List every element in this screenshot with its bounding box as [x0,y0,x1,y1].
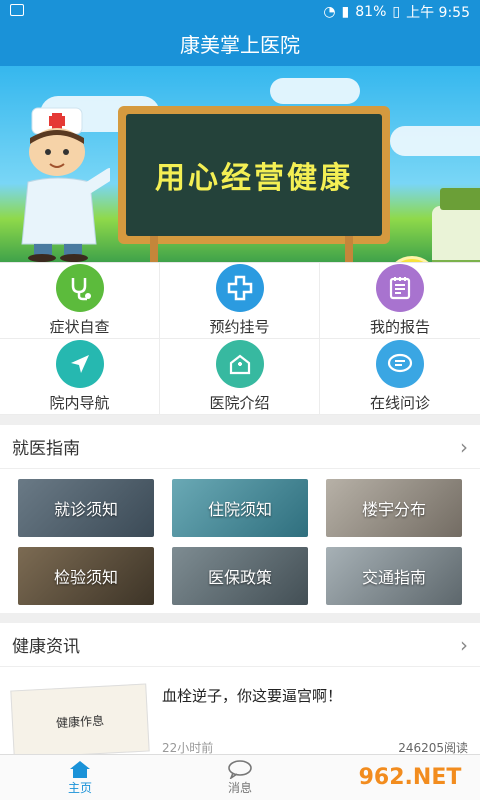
battery-icon: ▯ [392,4,401,20]
grid-item-navigation[interactable]: 院内导航 [0,339,160,415]
app-title: 康美掌上医院 [180,33,300,57]
tile-label: 检验须知 [53,568,118,587]
tile-label: 交通指南 [361,568,426,587]
bottle-cap [440,188,480,210]
report-icon [376,264,424,312]
news-title: 血栓逆子，你这要逼宫啊！ [162,687,343,705]
grid-label: 院内导航 [49,394,110,412]
tile-label: 楼宇分布 [361,500,426,519]
guide-tile-insurance-policy[interactable]: 医保政策 [172,547,308,605]
cloud [390,126,480,156]
banner[interactable]: 用心经营健康 药品 [0,66,480,262]
chat-bubble-icon [376,340,424,388]
message-icon [228,760,252,779]
app-title-bar: 康美掌上医院 [0,24,480,66]
hospital-icon [215,340,264,388]
thumb-text: 健康作息 [55,713,105,730]
chevron-right-icon: › [460,434,468,459]
tile-label: 住院须知 [207,500,272,519]
tab-label: 主页 [67,781,92,795]
watermark-logo: 962.NET [340,755,480,800]
medicine-bottle: 药品 [432,188,480,262]
signal-icon: ▮ [341,4,350,20]
status-bar: ◔ ▮ 81% ▯ 上午 9:55 [0,0,480,24]
grid-item-symptom-check[interactable]: 症状自查 [0,263,160,339]
navigation-icon [55,340,104,388]
board-leg [150,236,158,262]
guide-tile-lab-notice[interactable]: 检验须知 [18,547,154,605]
grid-label: 在线问诊 [369,394,430,412]
grid-label: 我的报告 [369,318,430,336]
chevron-right-icon: › [460,632,468,657]
wifi-icon: ◔ [323,4,336,20]
home-icon [70,761,90,778]
news-item[interactable]: 健康作息 血栓逆子，你这要逼宫啊！ 22小时前 246205阅读 [0,667,480,767]
watermark-text: 962.NET [358,765,462,790]
news-thumbnail: 健康作息 [10,683,150,759]
grid-item-online-consult[interactable]: 在线问诊 [320,339,480,415]
grid-item-appointment[interactable]: 预约挂号 [160,263,320,339]
feature-grid: 症状自查 预约挂号 我的报告 院内导航 医院介绍 在线问诊 [0,262,480,415]
board-leg [345,236,353,262]
guide-tile-traffic-guide[interactable]: 交通指南 [326,547,462,605]
section-divider [0,415,480,425]
medical-cross-icon [215,264,264,312]
status-time: 上午 9:55 [406,5,470,21]
guide-header[interactable]: 就医指南 › [0,425,480,469]
bottom-tab-bar: 主页 消息 962.NET [0,754,480,800]
tab-label: 消息 [227,781,252,795]
guide-tile-inpatient-notice[interactable]: 住院须知 [172,479,308,537]
tile-label: 就诊须知 [53,500,118,519]
guide-tile-visit-notice[interactable]: 就诊须知 [18,479,154,537]
tab-messages[interactable]: 消息 [160,755,320,800]
guide-tiles: 就诊须知 住院须知 楼宇分布 检验须知 医保政策 交通指南 [0,469,480,613]
grid-label: 医院介绍 [209,394,270,412]
section-divider [0,613,480,623]
stethoscope-icon [55,264,104,312]
lemon-icon [386,256,438,262]
chalkboard: 用心经营健康 [118,106,390,244]
grid-item-my-report[interactable]: 我的报告 [320,263,480,339]
health-header[interactable]: 健康资讯 › [0,623,480,667]
section-title: 健康资讯 [12,637,80,657]
grid-item-hospital-intro[interactable]: 医院介绍 [160,339,320,415]
grid-label: 预约挂号 [209,318,270,336]
tab-home[interactable]: 主页 [0,755,160,800]
image-notification-icon [10,4,24,16]
cloud [270,78,360,104]
board-slogan: 用心经营健康 [155,161,353,196]
section-title: 就医指南 [12,439,80,459]
tile-label: 医保政策 [207,568,272,587]
medicine-label: 药品 [432,260,480,262]
grid-label: 症状自查 [49,318,110,336]
guide-tile-building-layout[interactable]: 楼宇分布 [326,479,462,537]
doctor-illustration [21,107,110,262]
battery-percent: 81% [355,4,387,20]
